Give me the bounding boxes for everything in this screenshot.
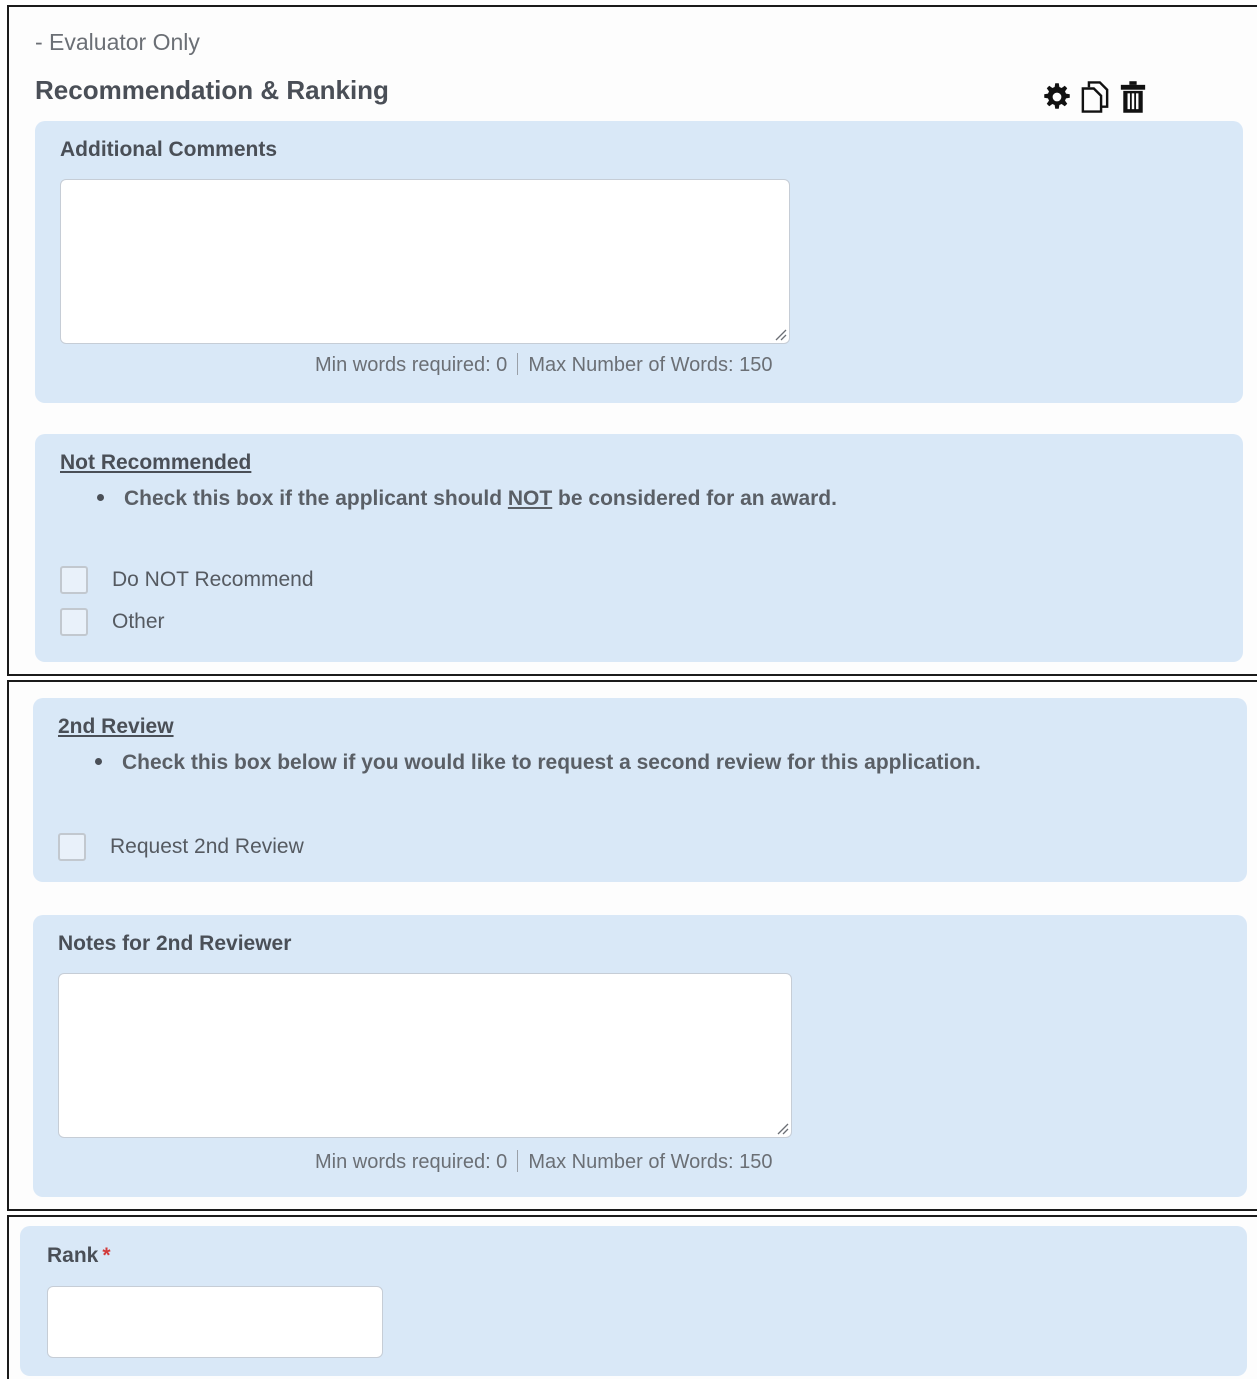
additional-comments-textarea[interactable] bbox=[60, 179, 790, 344]
instruction-text: Check this box below if you would like t… bbox=[122, 751, 981, 774]
second-review-instruction: Check this box below if you would like t… bbox=[95, 751, 981, 775]
notes-second-reviewer-panel: Notes for 2nd Reviewer Min words require… bbox=[33, 915, 1247, 1197]
additional-comments-word-hint: Min words required: 0 Max Number of Words… bbox=[315, 353, 772, 377]
copy-icon bbox=[1081, 81, 1109, 113]
other-option[interactable]: Other bbox=[60, 608, 165, 636]
rank-panel: Rank * bbox=[20, 1226, 1247, 1376]
max-words-text: Max Number of Words: 150 bbox=[528, 354, 773, 376]
notes-second-reviewer-label: Notes for 2nd Reviewer bbox=[58, 932, 292, 955]
second-review-label: 2nd Review bbox=[58, 715, 174, 738]
notes-second-reviewer-textarea[interactable] bbox=[58, 973, 792, 1138]
do-not-recommend-option[interactable]: Do NOT Recommend bbox=[60, 566, 314, 594]
required-marker: * bbox=[102, 1244, 111, 1267]
instruction-text-end: be considered for an award. bbox=[552, 487, 837, 510]
not-recommended-panel: Not Recommended Check this box if the ap… bbox=[35, 434, 1243, 662]
gear-icon bbox=[1044, 83, 1070, 109]
other-label: Other bbox=[112, 610, 165, 633]
copy-button[interactable] bbox=[1079, 79, 1111, 115]
rank-input[interactable] bbox=[47, 1286, 383, 1358]
section-title: Recommendation & Ranking bbox=[35, 75, 389, 105]
max-words-text: Max Number of Words: 150 bbox=[528, 1151, 773, 1173]
resize-grip-icon[interactable] bbox=[775, 1121, 789, 1135]
request-second-review-option[interactable]: Request 2nd Review bbox=[58, 833, 304, 861]
hint-separator bbox=[517, 1150, 519, 1172]
instruction-text: Check this box if the applicant should bbox=[124, 487, 508, 510]
request-second-review-label: Request 2nd Review bbox=[110, 835, 304, 858]
request-second-review-checkbox[interactable] bbox=[58, 833, 86, 861]
min-words-text: Min words required: 0 bbox=[315, 1151, 508, 1173]
form-section-frame: Rank * bbox=[7, 1215, 1257, 1379]
rank-label-text: Rank bbox=[47, 1244, 99, 1267]
form-section-frame: 2nd Review Check this box below if you w… bbox=[7, 680, 1257, 1211]
other-checkbox[interactable] bbox=[60, 608, 88, 636]
additional-comments-label: Additional Comments bbox=[60, 138, 278, 161]
resize-grip-icon[interactable] bbox=[773, 327, 787, 341]
form-section-frame: - Evaluator Only Recommendation & Rankin… bbox=[7, 5, 1257, 676]
settings-button[interactable] bbox=[1041, 79, 1073, 115]
hint-separator bbox=[517, 353, 519, 375]
rank-label: Rank * bbox=[47, 1244, 111, 1268]
section-toolbar bbox=[1041, 79, 1149, 115]
not-recommended-instruction: Check this box if the applicant should N… bbox=[97, 487, 837, 511]
bullet-dot bbox=[97, 494, 104, 501]
second-review-panel: 2nd Review Check this box below if you w… bbox=[33, 698, 1247, 882]
min-words-text: Min words required: 0 bbox=[315, 354, 508, 376]
additional-comments-panel: Additional Comments Min words required: … bbox=[35, 121, 1243, 403]
do-not-recommend-checkbox[interactable] bbox=[60, 566, 88, 594]
bullet-dot bbox=[95, 758, 102, 765]
notes-second-reviewer-word-hint: Min words required: 0 Max Number of Words… bbox=[315, 1150, 772, 1174]
evaluator-only-note: - Evaluator Only bbox=[35, 29, 200, 55]
delete-button[interactable] bbox=[1117, 79, 1149, 115]
trash-icon bbox=[1120, 81, 1146, 113]
do-not-recommend-label: Do NOT Recommend bbox=[112, 568, 314, 591]
instruction-emphasis: NOT bbox=[507, 487, 553, 510]
not-recommended-label: Not Recommended bbox=[60, 451, 252, 474]
